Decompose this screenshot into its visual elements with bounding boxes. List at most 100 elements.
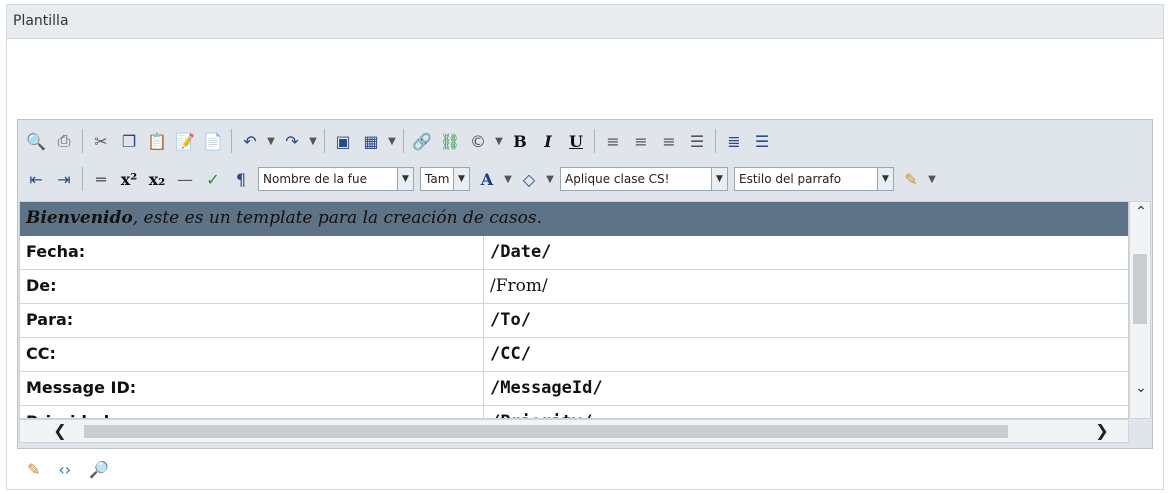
toolbar-separator (403, 129, 404, 153)
welcome-text: Bienvenido, este es un template para la … (26, 208, 542, 228)
font-name-value: Nombre de la fue (263, 172, 368, 186)
paragraph-format-icon[interactable]: ¶ (227, 165, 255, 193)
image-icon[interactable]: ▣ (329, 127, 357, 155)
horizontal-scroll-thumb[interactable] (84, 425, 1008, 438)
redo-icon[interactable]: ↷ (278, 127, 306, 155)
paragraph-style-select[interactable]: Estilo del parrafo ▼ (734, 167, 894, 191)
toolbar-separator (82, 167, 83, 191)
link-icon[interactable]: 🔗 (408, 127, 436, 155)
vertical-scrollbar[interactable]: ⌃ ⌄ (1129, 201, 1151, 419)
toolbar-separator (715, 129, 716, 153)
chevron-down-icon[interactable]: ▼ (453, 168, 469, 190)
print-icon[interactable]: ⎙ (50, 127, 78, 155)
welcome-bold: Bienvenido (26, 208, 133, 228)
highlight-dropdown-icon[interactable]: ▼ (543, 165, 557, 193)
html-mode-icon[interactable]: ‹› (58, 460, 71, 479)
horizontal-scrollbar[interactable]: ❮ ❯ (19, 419, 1129, 443)
table-icon[interactable]: ▦ (357, 127, 385, 155)
subscript-icon[interactable]: x₂ (143, 165, 171, 193)
align-right-icon[interactable]: ≡ (655, 127, 683, 155)
paste-icon[interactable]: 📋 (143, 127, 171, 155)
vertical-scroll-thumb[interactable] (1133, 254, 1147, 324)
scroll-right-icon[interactable]: ❯ (1092, 422, 1112, 440)
cut-icon[interactable]: ✂ (87, 127, 115, 155)
bullet-list-icon[interactable]: ☰ (748, 127, 776, 155)
toolbar-row-1: 🔍 ⎙ ✂ ❐ 📋 📝 📄 ↶ ▼ ↷ ▼ ▣ ▦ ▼ 🔗 ⛓ © ▼ B I … (22, 122, 776, 160)
plantilla-panel: Plantilla 🔍 ⎙ ✂ ❐ 📋 📝 📄 ↶ ▼ ↷ ▼ ▣ ▦ ▼ 🔗 … (6, 4, 1164, 490)
panel-header: Plantilla (7, 5, 1163, 39)
bold-icon[interactable]: B (506, 127, 534, 155)
css-class-select[interactable]: Aplique clase CS! ▼ (560, 167, 728, 191)
scroll-down-icon[interactable]: ⌄ (1132, 380, 1150, 398)
toolbar-separator (82, 129, 83, 153)
paste-text-icon[interactable]: 📄 (199, 127, 227, 155)
welcome-banner: Bienvenido, este es un template para la … (20, 202, 1128, 236)
table-row: Message ID: /MessageId/ (20, 372, 1128, 406)
row-label: De: (20, 270, 484, 303)
align-left-icon[interactable]: ≡ (599, 127, 627, 155)
table-row: CC: /CC/ (20, 338, 1128, 372)
align-center-icon[interactable]: ≡ (627, 127, 655, 155)
font-color-icon[interactable]: A (473, 165, 501, 193)
preview-mode-icon[interactable]: 🔎 (89, 460, 109, 479)
scroll-up-icon[interactable]: ⌃ (1132, 204, 1150, 222)
row-label: Fecha: (20, 236, 484, 269)
row-label: Message ID: (20, 372, 484, 405)
redo-dropdown-icon[interactable]: ▼ (306, 127, 320, 155)
table-row: Prioridad: /Priority/ (20, 406, 1128, 418)
editor-content-area[interactable]: Bienvenido, este es un template para la … (19, 201, 1129, 419)
row-label: Prioridad: (20, 406, 484, 418)
table-row: Para: /To/ (20, 304, 1128, 338)
format-stripper-dropdown-icon[interactable]: ▼ (925, 165, 939, 193)
chevron-down-icon[interactable]: ▼ (711, 168, 727, 190)
find-icon[interactable]: 🔍 (22, 127, 50, 155)
undo-icon[interactable]: ↶ (236, 127, 264, 155)
horizontal-rule-icon[interactable]: ═ (87, 165, 115, 193)
symbol-icon[interactable]: © (464, 127, 492, 155)
spellcheck-icon[interactable]: ✓ (199, 165, 227, 193)
welcome-rest: , este es un template para la creación d… (132, 208, 543, 228)
chevron-down-icon[interactable]: ▼ (397, 168, 413, 190)
superscript-icon[interactable]: x² (115, 165, 143, 193)
font-size-select[interactable]: Tam ▼ (420, 167, 470, 191)
ordered-list-icon[interactable]: ≣ (720, 127, 748, 155)
undo-dropdown-icon[interactable]: ▼ (264, 127, 278, 155)
toolbar-row-2: ⇤ ⇥ ═ x² x₂ — ✓ ¶ Nombre de la fue ▼ Tam… (22, 160, 939, 198)
indent-icon[interactable]: ⇥ (50, 165, 78, 193)
row-value: /To/ (490, 310, 531, 330)
toolbar-separator (594, 129, 595, 153)
font-name-select[interactable]: Nombre de la fue ▼ (258, 167, 414, 191)
copy-icon[interactable]: ❐ (115, 127, 143, 155)
row-label: Para: (20, 304, 484, 337)
paste-word-icon[interactable]: 📝 (171, 127, 199, 155)
chevron-down-icon[interactable]: ▼ (877, 168, 893, 190)
symbol-dropdown-icon[interactable]: ▼ (492, 127, 506, 155)
row-label: CC: (20, 338, 484, 371)
underline-icon[interactable]: U (562, 127, 590, 155)
table-row: De: /From/ (20, 270, 1128, 304)
outdent-icon[interactable]: ⇤ (22, 165, 50, 193)
css-class-value: Aplique clase CS! (565, 172, 670, 186)
format-stripper-icon[interactable]: ✎ (897, 165, 925, 193)
table-row: Fecha: /Date/ (20, 236, 1128, 270)
scroll-left-icon[interactable]: ❮ (50, 422, 70, 440)
design-mode-icon[interactable]: ✎ (27, 460, 40, 479)
table-dropdown-icon[interactable]: ▼ (385, 127, 399, 155)
italic-icon[interactable]: I (534, 127, 562, 155)
justify-icon[interactable]: ☰ (683, 127, 711, 155)
toolbar-separator (324, 129, 325, 153)
paragraph-style-value: Estilo del parrafo (739, 172, 842, 186)
toolbar-separator (231, 129, 232, 153)
row-value: /Priority/ (484, 406, 1128, 418)
font-color-dropdown-icon[interactable]: ▼ (501, 165, 515, 193)
font-size-value: Tam (425, 172, 450, 186)
panel-title: Plantilla (13, 13, 69, 29)
editor-mode-bar: ✎ ‹› 🔎 (27, 455, 109, 483)
row-value: /From/ (490, 276, 548, 296)
highlight-icon[interactable]: ◇ (515, 165, 543, 193)
unlink-icon[interactable]: ⛓ (436, 127, 464, 155)
row-value: /Date/ (490, 242, 552, 262)
row-value: /MessageId/ (490, 378, 603, 398)
row-value: /CC/ (490, 344, 531, 364)
strikethrough-icon[interactable]: — (171, 165, 199, 193)
